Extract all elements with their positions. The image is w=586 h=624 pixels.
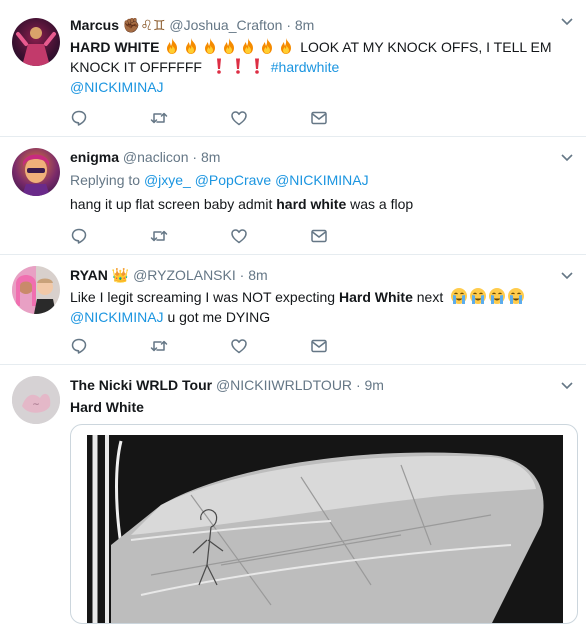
retweet-icon	[150, 112, 168, 124]
hashtag-link[interactable]: #hardwhite	[271, 59, 340, 75]
direct-message-button[interactable]	[310, 336, 390, 356]
foil-bar-image	[87, 435, 563, 623]
fire-icon	[167, 38, 178, 54]
chevron-down-icon[interactable]	[560, 14, 574, 28]
reply-button[interactable]	[70, 108, 150, 128]
reply-handles[interactable]: @jxye_ @PopCrave @NICKIMINAJ	[144, 172, 369, 188]
like-icon	[231, 111, 247, 126]
crying-face-icon	[507, 287, 525, 305]
separator-dot: ·	[239, 267, 245, 283]
author-name[interactable]: Marcus	[70, 17, 119, 33]
author-handle[interactable]: @Joshua_Crafton	[169, 17, 282, 33]
avatar[interactable]	[12, 266, 60, 314]
chevron-down-icon[interactable]	[560, 268, 574, 282]
tweet-text-line2: KNOCK IT OFFFFFF	[70, 59, 202, 75]
fire-icon	[205, 38, 216, 54]
reply-icon	[71, 228, 87, 244]
fire-icon	[243, 38, 254, 54]
tweet-bold-text: HARD WHITE	[70, 39, 160, 55]
fire-icon	[281, 38, 292, 54]
reply-icon	[71, 110, 87, 126]
author-name[interactable]: The Nicki WRLD Tour	[70, 377, 212, 393]
reply-button[interactable]	[70, 336, 150, 356]
retweet-icon	[150, 230, 168, 242]
timestamp[interactable]: 9m	[365, 377, 384, 393]
tweet-bold-text: Hard White	[338, 289, 413, 305]
chevron-down-icon[interactable]	[560, 378, 574, 392]
chevron-down-icon[interactable]	[560, 150, 574, 164]
reply-context: Replying to @jxye_ @PopCrave @NICKIMINAJ	[70, 170, 572, 190]
separator-dot: ·	[286, 17, 291, 33]
author-name[interactable]: enigma	[70, 149, 119, 165]
avatar-figure	[22, 154, 50, 196]
exclamation-icon	[254, 58, 259, 74]
reply-icon	[71, 338, 87, 354]
exclamation-icon	[235, 58, 240, 74]
retweet-button[interactable]	[150, 336, 230, 356]
author-handle[interactable]: @naclicon	[123, 149, 189, 165]
tweet-text-pre: hang it up flat screen baby admit	[70, 196, 277, 212]
author-name[interactable]: RYAN	[70, 267, 108, 283]
avatar[interactable]: ~	[12, 376, 60, 424]
author-handle[interactable]: @NICKIIWRLDTOUR	[216, 377, 352, 393]
like-button[interactable]	[230, 108, 310, 128]
tweet-text-post: was a flop	[346, 196, 414, 212]
avatar-figure	[12, 266, 56, 314]
tweet-bold-text: hard white	[276, 196, 347, 212]
timestamp[interactable]: 8m	[248, 267, 267, 283]
retweet-icon	[150, 340, 168, 352]
avatar[interactable]	[12, 18, 60, 66]
crying-face-icon	[488, 287, 506, 305]
direct-message-icon	[311, 111, 327, 125]
reply-button[interactable]	[70, 226, 150, 246]
avatar[interactable]	[12, 148, 60, 196]
fire-emoji-group	[163, 38, 300, 55]
like-icon	[231, 339, 247, 354]
mention-link[interactable]: @NICKIMINAJ	[70, 79, 164, 95]
mention-link[interactable]: @NICKIMINAJ	[70, 309, 164, 325]
tweet-text-pre: Like I legit screaming I was NOT expecti…	[70, 289, 339, 305]
like-button[interactable]	[230, 226, 310, 246]
tweet-text-line2: u got me DYING	[163, 309, 271, 325]
like-icon	[231, 229, 247, 244]
crying-face-icon	[469, 287, 487, 305]
fire-icon	[186, 38, 197, 54]
name-emojis: ✊🏾♌♊	[122, 17, 166, 33]
tweet-text-line1: LOOK AT MY KNOCK OFFS, I TELL EM	[300, 39, 552, 55]
like-button[interactable]	[230, 336, 310, 356]
separator-dot: ·	[355, 377, 361, 393]
tweet-marcus[interactable]: Marcus ✊🏾♌♊ @Joshua_Crafton · 8m HARD WH…	[0, 0, 586, 137]
author-handle[interactable]: @RYZOLANSKI	[133, 267, 236, 283]
svg-text:~: ~	[32, 400, 40, 410]
direct-message-button[interactable]	[310, 108, 390, 128]
replying-to-label: Replying to	[70, 172, 141, 188]
tweet-text: Hard White	[70, 399, 144, 415]
tweet-text: Like I legit screaming I was NOT expecti…	[70, 287, 572, 327]
fire-icon	[262, 38, 273, 54]
retweet-button[interactable]	[150, 108, 230, 128]
tweet-media-image[interactable]	[70, 424, 578, 624]
exclamation-icon	[216, 58, 221, 74]
direct-message-icon	[311, 339, 327, 353]
tweet-text-post: next	[412, 289, 444, 305]
avatar-figure	[16, 27, 56, 66]
timestamp[interactable]: 8m	[295, 17, 314, 33]
direct-message-button[interactable]	[310, 226, 390, 246]
tweet-enigma[interactable]: enigma @naclicon · 8m Replying to @jxye_…	[0, 137, 586, 255]
tweet-text: HARD WHITE LOOK AT MY KNOCK OFFS, I TELL…	[70, 37, 572, 97]
timestamp[interactable]: 8m	[201, 149, 220, 165]
avatar-figure: ~	[12, 376, 60, 424]
crown-icon: 👑	[111, 267, 130, 283]
separator-dot: ·	[192, 149, 198, 165]
crying-face-icon	[450, 287, 468, 305]
fire-icon	[224, 38, 235, 54]
tweet-ryan[interactable]: RYAN 👑 @RYZOLANSKI · 8m Like I legit scr…	[0, 255, 586, 365]
retweet-button[interactable]	[150, 226, 230, 246]
tweet-text: hang it up flat screen baby admit hard w…	[70, 194, 572, 214]
direct-message-icon	[311, 229, 327, 243]
